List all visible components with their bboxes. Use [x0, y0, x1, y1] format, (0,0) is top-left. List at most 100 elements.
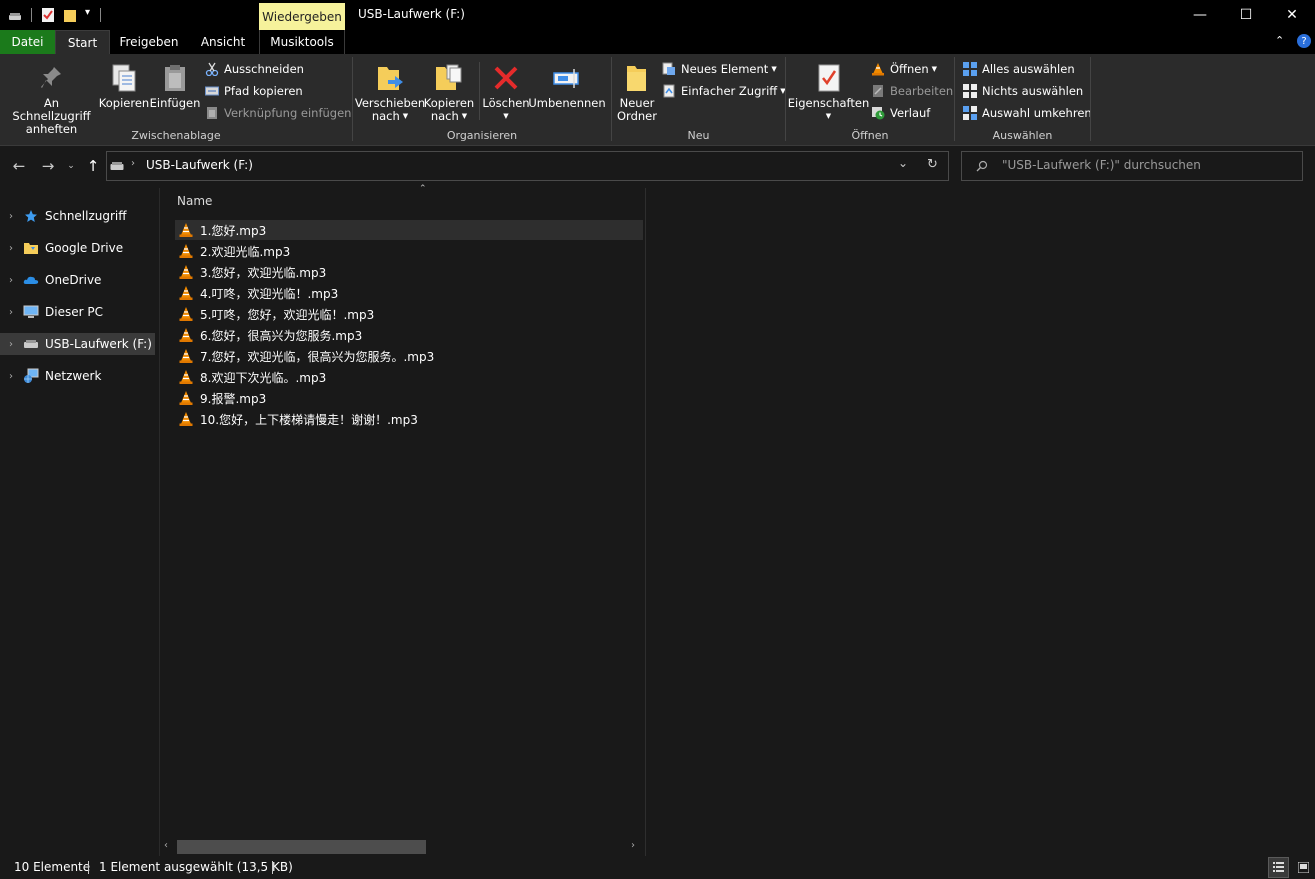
file-row[interactable]: 1.您好.mp3: [175, 220, 643, 240]
file-row[interactable]: 6.您好，很高兴为您服务.mp3: [175, 325, 643, 345]
scroll-left-icon[interactable]: ‹: [164, 840, 168, 851]
copy-to-label-line2: nach: [430, 109, 459, 123]
new-folder-icon[interactable]: [63, 7, 77, 23]
qat-customize-icon[interactable]: ▾: [85, 7, 90, 18]
vlc-cone-icon: [179, 412, 193, 426]
address-dropdown-icon[interactable]: ⌄: [898, 156, 908, 170]
vlc-cone-icon: [179, 349, 193, 363]
delete-icon: [492, 61, 520, 95]
chevron-right-icon[interactable]: ›: [0, 371, 22, 382]
rename-button[interactable]: Umbenennen: [528, 61, 606, 110]
sidebar-item-dieser-pc[interactable]: › Dieser PC: [0, 301, 155, 323]
delete-button[interactable]: Löschen ▼: [482, 61, 530, 123]
easy-access-button[interactable]: Einfacher Zugriff ▼: [662, 82, 786, 100]
forward-button[interactable]: →: [37, 154, 59, 178]
paste-button[interactable]: Einfügen: [150, 61, 200, 110]
tab-start[interactable]: Start: [55, 30, 110, 54]
edit-icon: [871, 84, 885, 98]
chevron-down-icon: ▼: [503, 112, 509, 120]
scrollbar-thumb[interactable]: [177, 840, 426, 854]
invert-selection-icon: [963, 106, 977, 120]
file-row[interactable]: 3.您好，欢迎光临.mp3: [175, 262, 643, 282]
chevron-right-icon[interactable]: ›: [0, 339, 22, 350]
file-row[interactable]: 4.叮咚，欢迎光临！.mp3: [175, 283, 643, 303]
invert-selection-label: Auswahl umkehren: [982, 106, 1092, 120]
refresh-icon[interactable]: ↻: [927, 157, 938, 172]
paste-shortcut-button[interactable]: Verknüpfung einfügen: [205, 104, 351, 122]
copy-path-button[interactable]: Pfad kopieren: [205, 82, 303, 100]
chevron-right-icon[interactable]: ›: [0, 243, 22, 254]
pin-quick-access-button[interactable]: An Schnellzugriff anheften: [5, 61, 98, 136]
help-icon[interactable]: ?: [1297, 34, 1311, 48]
properties-icon[interactable]: [41, 7, 55, 23]
close-icon: ✕: [1286, 7, 1298, 23]
easy-access-label: Einfacher Zugriff: [681, 84, 778, 98]
recent-locations-button[interactable]: ⌄: [62, 154, 80, 178]
new-item-button[interactable]: Neues Element ▼: [662, 60, 777, 78]
computer-icon: [22, 304, 40, 320]
move-to-button[interactable]: Verschieben nach ▼: [355, 61, 425, 123]
file-name: 7.您好，欢迎光临，很高兴为您服务。.mp3: [200, 349, 435, 364]
drive-icon[interactable]: [8, 7, 22, 23]
new-folder-button[interactable]: Neuer Ordner: [614, 61, 660, 123]
sidebar-item-onedrive[interactable]: › OneDrive: [0, 269, 155, 291]
collapse-ribbon-icon[interactable]: ⌃: [1275, 34, 1284, 47]
context-tab-label: Wiedergeben: [259, 3, 345, 30]
back-button[interactable]: ←: [8, 154, 30, 178]
cut-button[interactable]: Ausschneiden: [205, 60, 304, 78]
file-row[interactable]: 8.欢迎下次光临。.mp3: [175, 367, 643, 387]
properties-button[interactable]: Eigenschaften ▼: [788, 61, 869, 123]
sidebar-item-label: OneDrive: [45, 273, 102, 287]
file-row[interactable]: 9.报警.mp3: [175, 388, 643, 408]
new-item-label: Neues Element: [681, 62, 769, 76]
file-name: 10.您好，上下楼梯请慢走！谢谢！.mp3: [200, 412, 418, 427]
search-icon: [976, 160, 988, 172]
tab-ansicht[interactable]: Ansicht: [188, 30, 258, 54]
sidebar-item-schnellzugriff[interactable]: › Schnellzugriff: [0, 205, 155, 227]
file-name: 1.您好.mp3: [200, 223, 267, 238]
select-all-button[interactable]: Alles auswählen: [963, 60, 1075, 78]
tab-freigeben[interactable]: Freigeben: [110, 30, 188, 54]
arrow-left-icon: ←: [12, 157, 26, 175]
chevron-down-icon: ⌄: [67, 161, 75, 171]
history-button[interactable]: Verlauf: [871, 104, 930, 122]
tab-datei[interactable]: Datei: [0, 30, 55, 54]
chevron-right-icon[interactable]: ›: [0, 307, 22, 318]
select-none-label: Nichts auswählen: [982, 84, 1084, 98]
chevron-down-icon: ▼: [461, 112, 468, 120]
select-none-button[interactable]: Nichts auswählen: [963, 82, 1083, 100]
details-view-button[interactable]: [1268, 857, 1289, 878]
preview-pane: [645, 188, 1315, 856]
column-header-name[interactable]: Name: [177, 194, 212, 208]
vlc-cone-icon: [179, 370, 193, 384]
up-button[interactable]: ↑: [82, 154, 104, 178]
maximize-button[interactable]: ☐: [1223, 0, 1269, 30]
scroll-right-icon[interactable]: ›: [631, 840, 635, 851]
file-row[interactable]: 2.欢迎光临.mp3: [175, 241, 643, 261]
sidebar-item-netzwerk[interactable]: › Netzwerk: [0, 365, 155, 387]
large-icons-view-icon: [1298, 862, 1309, 873]
sidebar-item-google-drive[interactable]: › Google Drive: [0, 237, 155, 259]
minimize-button[interactable]: —: [1177, 0, 1223, 30]
tab-musiktools[interactable]: Musiktools: [259, 30, 345, 54]
breadcrumb-current[interactable]: USB-Laufwerk (F:): [146, 158, 253, 172]
paste-label: Einfügen: [149, 96, 201, 110]
file-row[interactable]: 7.您好，欢迎光临，很高兴为您服务。.mp3: [175, 346, 643, 366]
close-button[interactable]: ✕: [1269, 0, 1315, 30]
file-row[interactable]: 10.您好，上下楼梯请慢走！谢谢！.mp3: [175, 409, 643, 429]
file-name: 8.欢迎下次光临。.mp3: [200, 370, 327, 385]
file-row[interactable]: 5.叮咚，您好，欢迎光临！.mp3: [175, 304, 643, 324]
chevron-right-icon[interactable]: ›: [0, 211, 22, 222]
copy-to-button[interactable]: Kopieren nach ▼: [424, 61, 474, 123]
chevron-right-icon[interactable]: ›: [0, 275, 22, 286]
edit-button[interactable]: Bearbeiten: [871, 82, 953, 100]
sidebar-item-usb-laufwerk[interactable]: › USB-Laufwerk (F:): [0, 333, 155, 355]
large-icons-view-button[interactable]: [1293, 857, 1314, 878]
copy-button[interactable]: Kopieren: [98, 61, 150, 110]
open-button[interactable]: Öffnen ▼: [871, 60, 937, 78]
invert-selection-button[interactable]: Auswahl umkehren: [963, 104, 1092, 122]
copy-label: Kopieren: [98, 96, 150, 110]
arrow-right-icon: →: [41, 157, 55, 175]
paste-shortcut-label: Verknüpfung einfügen: [224, 106, 352, 120]
cut-label: Ausschneiden: [224, 62, 304, 76]
